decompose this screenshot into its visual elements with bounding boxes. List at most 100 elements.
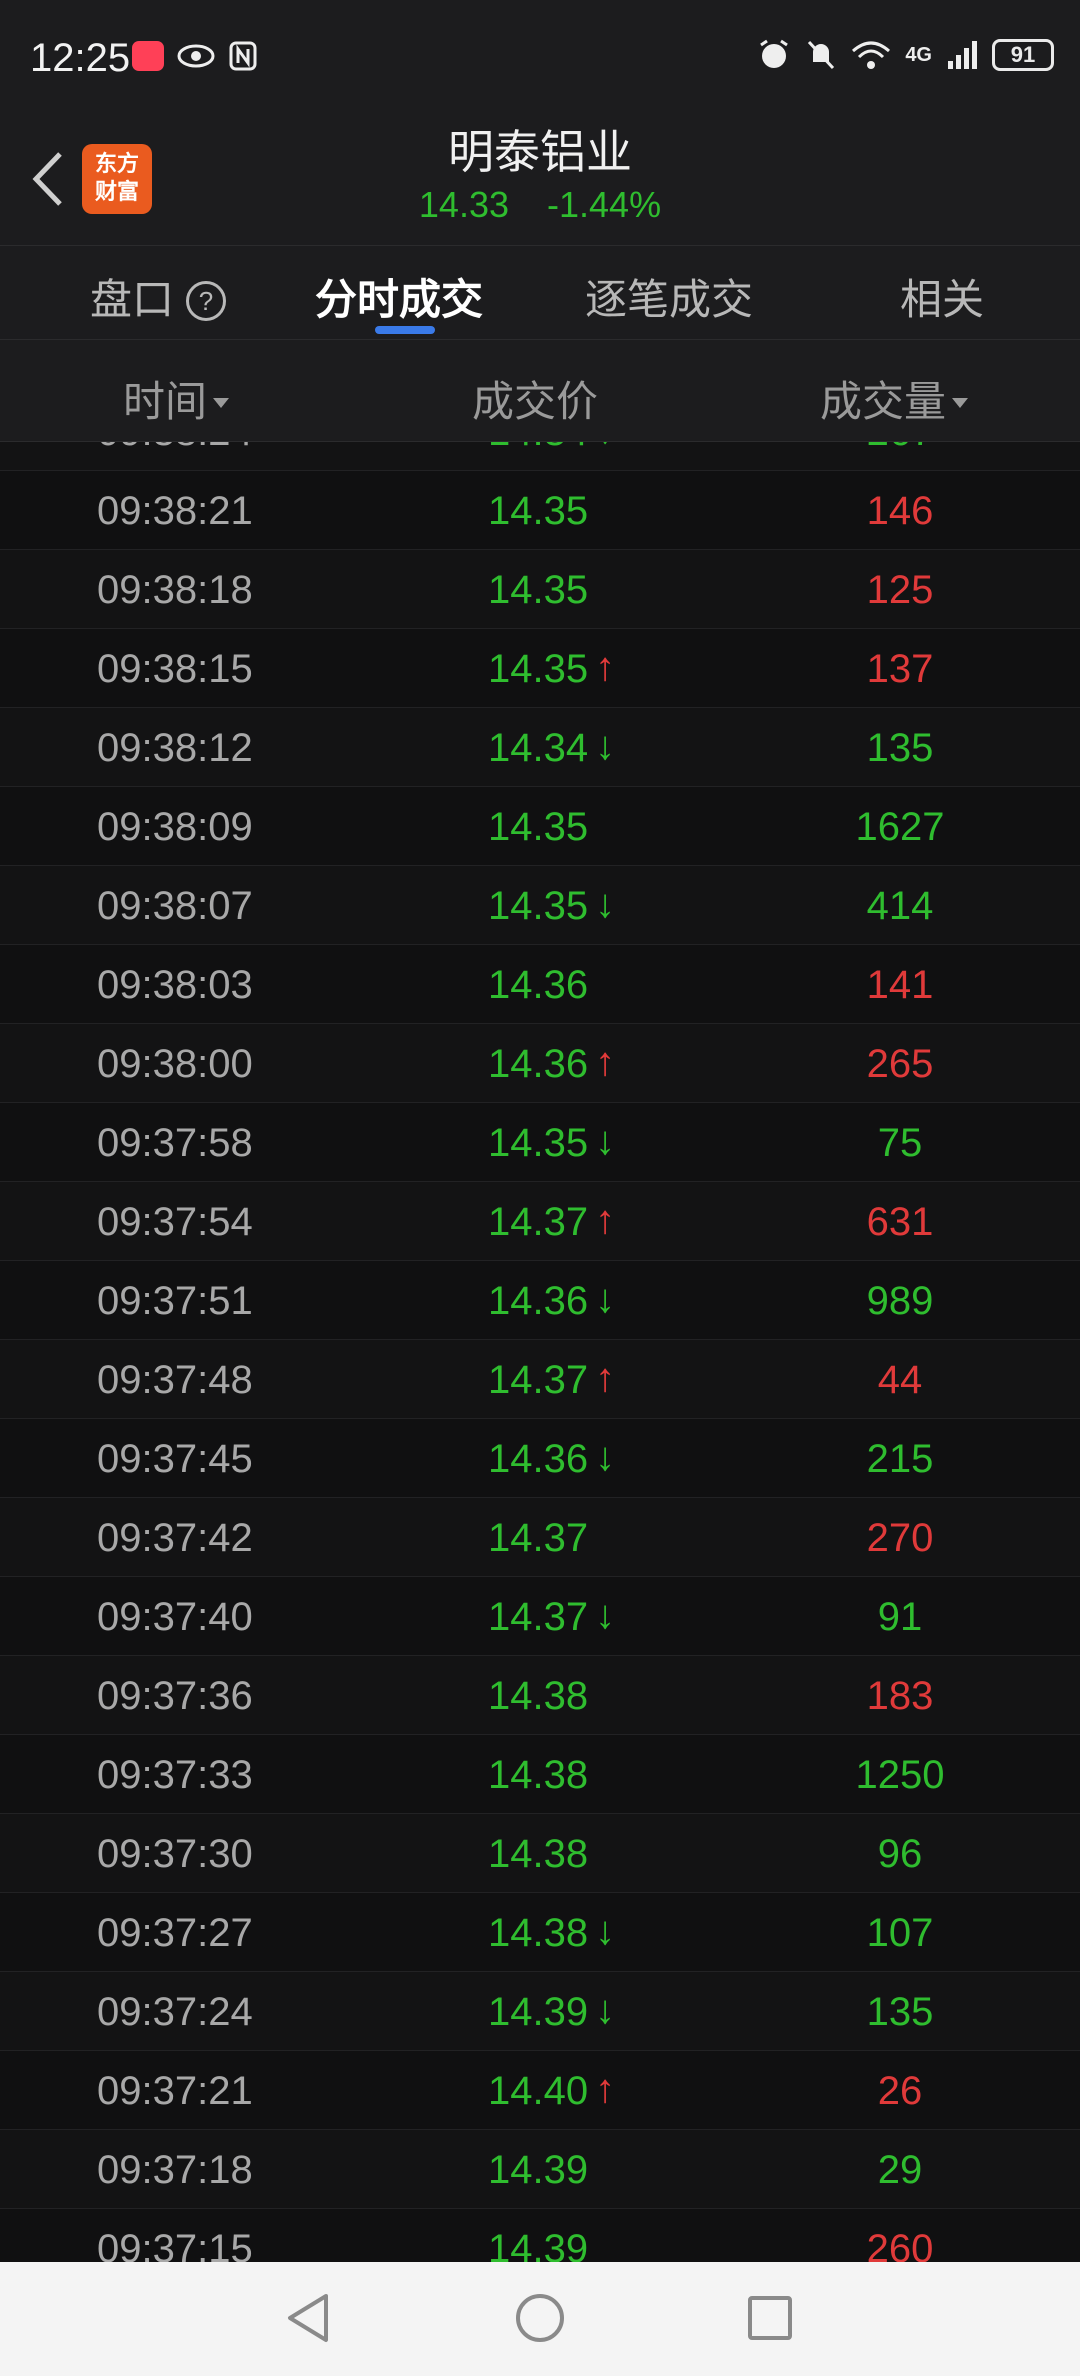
trade-volume: 146: [866, 489, 934, 533]
mute-icon: [808, 40, 835, 70]
trade-time: 09:37:21: [97, 2069, 253, 2113]
trade-price: 14.35: [488, 1121, 589, 1165]
trade-time: 09:38:00: [97, 1042, 253, 1086]
nav-recents-button[interactable]: [740, 2288, 800, 2348]
trade-list[interactable]: 09:38:2414.34↓26709:38:2114.3514609:38:1…: [0, 442, 1080, 2262]
trade-row: 09:38:09 14.35 1627: [0, 787, 1080, 866]
trade-volume: 260: [866, 2227, 934, 2262]
trade-direction-arrow: ↓: [595, 1988, 615, 2032]
trade-price: 14.35: [488, 805, 589, 849]
trade-row: 09:37:27 14.38 ↓ 107: [0, 1893, 1080, 1972]
sort-caret-icon: [213, 398, 230, 408]
nav-home-button[interactable]: [510, 2288, 570, 2348]
trade-volume: 91: [877, 1595, 923, 1639]
trade-row: 09:37:58 14.35 ↓ 75: [0, 1103, 1080, 1182]
trade-time: 09:38:07: [97, 884, 253, 928]
trade-price: 14.40: [488, 2069, 589, 2113]
column-header-price-label: 成交价: [472, 378, 599, 425]
tab-label: 分时成交: [315, 276, 484, 323]
trade-row: 09:37:30 14.38 96: [0, 1814, 1080, 1893]
wifi-icon: [852, 41, 891, 69]
trade-volume: 414: [866, 884, 934, 928]
trade-price: 14.38: [488, 1911, 589, 1955]
square-recents-icon: [748, 2296, 792, 2340]
trade-direction-arrow: ↑: [595, 645, 615, 689]
stock-quote: 14.33 -1.44%: [0, 184, 1080, 226]
trade-volume: 183: [866, 1674, 934, 1718]
trade-volume: 125: [866, 568, 934, 612]
trade-volume: 631: [866, 1200, 934, 1244]
column-header-time-label: 时间: [123, 378, 208, 425]
trade-row: 09:37:45 14.36 ↓ 215: [0, 1419, 1080, 1498]
trade-time: 09:37:40: [97, 1595, 253, 1639]
trade-row: 09:37:40 14.37 ↓ 91: [0, 1577, 1080, 1656]
trade-direction-arrow: ↑: [595, 1040, 615, 1084]
trade-row: 09:37:24 14.39 ↓ 135: [0, 1972, 1080, 2051]
trade-price: 14.35: [488, 884, 589, 928]
stock-name: 明泰铝业: [448, 126, 632, 178]
tab-related[interactable]: 相关: [900, 266, 984, 327]
battery-icon: 91: [992, 39, 1054, 71]
trade-price: 14.38: [488, 1753, 589, 1797]
tab-time-trades[interactable]: 分时成交: [315, 266, 483, 327]
trade-price: 14.35: [488, 489, 589, 533]
trade-price: 14.35: [488, 647, 589, 691]
network-type: 4G: [905, 43, 932, 66]
trade-direction-arrow: ↓: [595, 1593, 615, 1637]
trade-time: 09:37:30: [97, 1832, 253, 1876]
trade-price: 14.38: [488, 1832, 589, 1876]
trade-row: 09:38:00 14.36 ↑ 265: [0, 1024, 1080, 1103]
column-header-volume[interactable]: 成交量: [820, 368, 969, 429]
stock-price: 14.33: [418, 184, 509, 225]
trade-time: 09:37:18: [97, 2148, 253, 2192]
trade-row: 09:37:21 14.40 ↑ 26: [0, 2051, 1080, 2130]
nfc-icon: [229, 41, 257, 71]
column-header-row: 时间 成交价 成交量: [0, 340, 1080, 442]
trade-list-content: 09:38:2414.34↓26709:38:2114.3514609:38:1…: [0, 442, 1080, 2262]
trade-row: 09:38:18 14.35 125: [0, 550, 1080, 629]
trade-row: 09:38:07 14.35 ↓ 414: [0, 866, 1080, 945]
trade-volume: 270: [866, 1516, 934, 1560]
trade-volume: 44: [877, 1358, 923, 1402]
trade-row: 09:37:42 14.37 270: [0, 1498, 1080, 1577]
status-time: 12:25: [30, 36, 131, 80]
signal-icon: [948, 41, 977, 69]
trade-price: 14.35: [488, 568, 589, 612]
sort-caret-icon: [952, 398, 969, 408]
trade-price: 14.36: [488, 963, 589, 1007]
column-header-volume-label: 成交量: [820, 378, 947, 425]
trade-price: 14.39: [488, 1990, 589, 2034]
trade-direction-arrow: ↑: [595, 1356, 615, 1400]
trade-time: 09:37:45: [97, 1437, 253, 1481]
trade-direction-arrow: ↓: [595, 1277, 615, 1321]
column-header-time[interactable]: 时间: [123, 368, 230, 429]
tab-label: 相关: [900, 276, 985, 323]
status-bar: 12:25 4G 91: [0, 0, 1080, 110]
help-icon[interactable]: ?: [186, 281, 227, 321]
trade-time: 09:38:03: [97, 963, 253, 1007]
trade-row: 09:37:15 14.39 260: [0, 2209, 1080, 2262]
trade-time: 09:37:33: [97, 1753, 253, 1797]
active-tab-indicator: [375, 326, 435, 334]
eye-icon: [177, 44, 215, 68]
alarm-icon: [760, 39, 789, 68]
trade-direction-arrow: ↓: [595, 442, 615, 453]
nav-back-button[interactable]: [278, 2288, 338, 2348]
trade-price: 14.36: [488, 1042, 589, 1086]
trade-time: 09:37:48: [97, 1358, 253, 1402]
trade-row: 09:38:15 14.35 ↑ 137: [0, 629, 1080, 708]
status-right-icons: 4G 91: [757, 38, 1054, 72]
trade-time: 09:37:24: [97, 1990, 253, 2034]
trade-volume: 1627: [855, 805, 945, 849]
tab-tick-trades[interactable]: 逐笔成交: [585, 266, 753, 327]
trade-row: 09:37:51 14.36 ↓ 989: [0, 1261, 1080, 1340]
tab-order-book[interactable]: 盘口?: [90, 266, 227, 327]
trade-price: 14.37: [488, 1595, 589, 1639]
trade-time: 09:37:42: [97, 1516, 253, 1560]
trade-price: 14.37: [488, 1516, 589, 1560]
trade-price: 14.34: [488, 442, 588, 455]
trade-price: 14.36: [488, 1437, 589, 1481]
trade-price: 14.39: [488, 2148, 589, 2192]
stock-change-pct: -1.44%: [547, 184, 662, 225]
tab-label: 盘口: [90, 276, 175, 323]
